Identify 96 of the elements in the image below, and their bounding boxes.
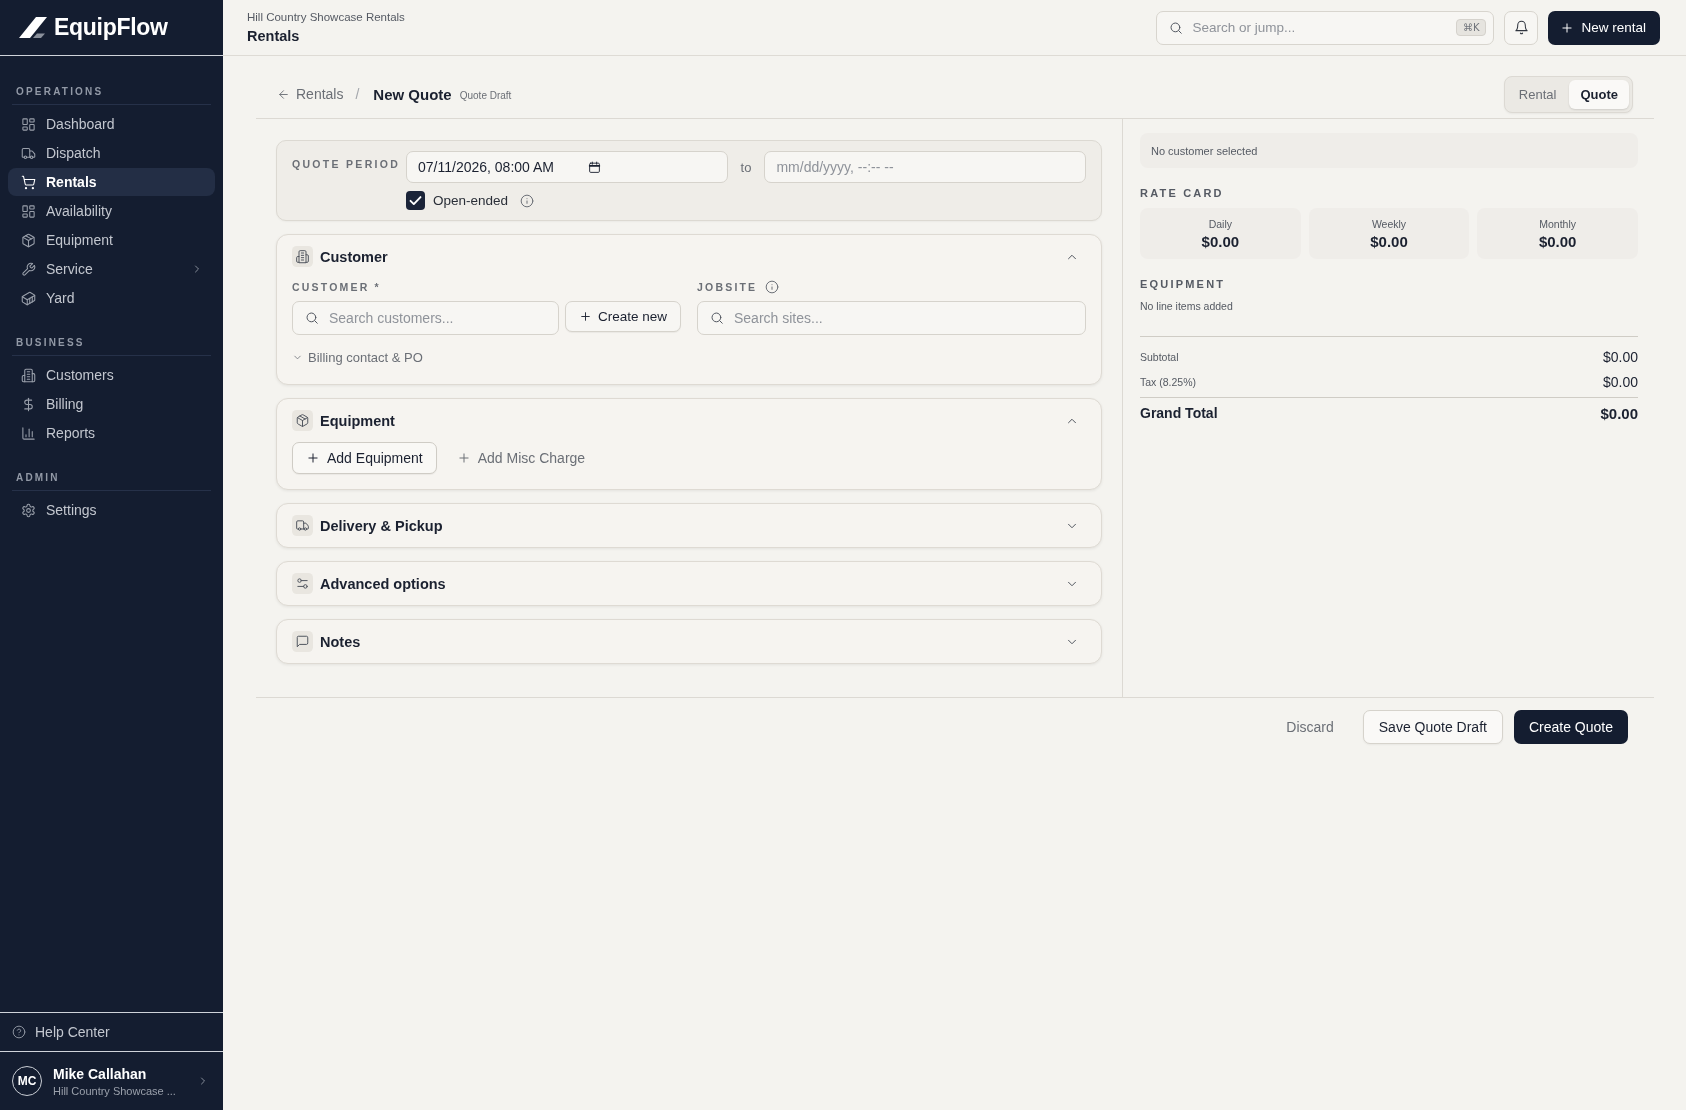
notifications-button[interactable] [1504,10,1539,45]
search-icon [1169,20,1184,35]
nav-section-title: ADMIN [15,471,61,484]
panel-heading: RATE CARD [1140,187,1225,199]
section-title: Delivery & Pickup [320,517,444,534]
checkbox-label: Open-ended [433,193,509,208]
search-icon [305,311,319,325]
arrow-left-icon [277,87,290,101]
plus-icon [1560,20,1575,35]
grid-icon [21,203,36,219]
user-name: Mike Callahan [53,1065,148,1082]
save-draft-button[interactable]: Save Quote Draft [1362,710,1503,744]
bell-icon [1513,20,1529,35]
container-icon [21,290,36,306]
sidebar-item[interactable]: Billing [8,390,215,418]
truck-icon [292,515,313,536]
date-field[interactable]: mm/dd/yyyy, --:-- -- [764,151,1086,183]
sidebar-item[interactable]: Equipment [8,226,215,254]
total-label: Tax (8.25%) [1140,376,1197,388]
sidebar-item[interactable]: Service [8,255,215,283]
range-separator: to [740,159,752,175]
mode-tab[interactable]: Rental [1507,79,1568,109]
breadcrumb-separator: / [355,86,360,102]
building-icon [292,246,313,267]
grid-icon [21,116,36,132]
sidebar-item[interactable]: Availability [8,197,215,225]
plus-icon [578,310,592,323]
disclosure-toggle[interactable]: Billing contact & PO [292,350,423,365]
bar-chart-icon [21,425,36,441]
wrench-icon [21,261,36,277]
total-value: $0.00 [1602,349,1638,365]
grand-total-value: $0.00 [1600,404,1638,422]
page-heading: Rentals [247,28,301,44]
truck-icon [21,145,36,161]
create-quote-button[interactable]: Create Quote [1513,710,1628,744]
info-icon [765,280,780,294]
discard-button[interactable]: Discard [1274,710,1346,744]
settings-icon [21,502,36,518]
sidebar-item[interactable]: Reports [8,419,215,447]
sidebar-item[interactable]: Rentals [8,168,215,196]
rate-label: Daily [1208,217,1232,230]
rate-value: $0.00 [1201,232,1240,250]
customer-search-field[interactable]: Search customers... [292,301,559,335]
search-icon [710,311,724,325]
cart-icon [21,174,36,190]
logo-icon [19,17,47,38]
total-label: Subtotal [1140,351,1179,363]
field-label: JOBSITE [697,281,758,293]
brand-name: EquipFlow [54,14,168,41]
empty-message: No line items added [1140,300,1234,312]
dollar-icon [21,396,36,412]
info-icon [520,193,535,208]
add-equipment-button[interactable]: Add Equipment [292,442,437,474]
jobsite-search-field[interactable]: Search sites... [697,301,1086,335]
panel-heading: EQUIPMENT [1140,278,1227,290]
checkbox[interactable] [406,191,425,210]
help-icon [12,1025,26,1039]
grand-total-label: Grand Total [1140,405,1218,421]
rate-value: $0.00 [1370,232,1408,250]
rate-value: $0.00 [1538,232,1577,250]
sidebar-item[interactable]: Dashboard [8,110,215,138]
section-title: Equipment [320,412,396,429]
cube-icon [21,232,36,248]
cube-icon [292,410,313,431]
section-title: Notes [320,633,362,650]
help-link[interactable]: Help Center [12,1024,110,1040]
status-label: Quote Draft [459,90,512,101]
sidebar-item[interactable]: Dispatch [8,139,215,167]
add-charge-button[interactable]: Add Misc Charge [448,442,594,474]
total-value: $0.00 [1602,374,1638,390]
plus-icon [456,451,471,465]
sliders-icon [292,573,313,594]
calendar-icon [587,160,601,174]
page-title: New Quote [373,85,452,103]
field-label: QUOTE PERIOD [292,157,402,172]
sidebar-item[interactable]: Settings [8,496,215,524]
section-title: Customer [320,248,389,265]
new-rental-button[interactable]: New rental [1548,10,1660,45]
nav-section-title: BUSINESS [15,336,86,349]
mode-tab[interactable]: Quote [1569,79,1629,109]
nav-section-title: OPERATIONS [15,85,105,98]
sidebar-item[interactable]: Yard [8,284,215,312]
date-field[interactable]: 07/11/2026, 08:00 AM [406,151,728,183]
plus-icon [306,451,320,465]
rate-label: Weekly [1371,217,1407,230]
customer-summary: No customer selected [1140,133,1638,168]
chat-bubble-icon [292,631,313,652]
org-name: Hill Country Showcase Rentals [247,11,406,23]
building-icon [21,367,36,383]
create-customer-button[interactable]: Create new [564,301,681,332]
rate-label: Monthly [1539,217,1577,230]
section-title: Advanced options [320,575,447,592]
back-link[interactable]: Rentals [277,86,344,102]
sidebar-item[interactable]: Customers [8,361,215,389]
field-label: CUSTOMER * [292,281,381,293]
user-org: Hill Country Showcase ... [53,1084,177,1097]
